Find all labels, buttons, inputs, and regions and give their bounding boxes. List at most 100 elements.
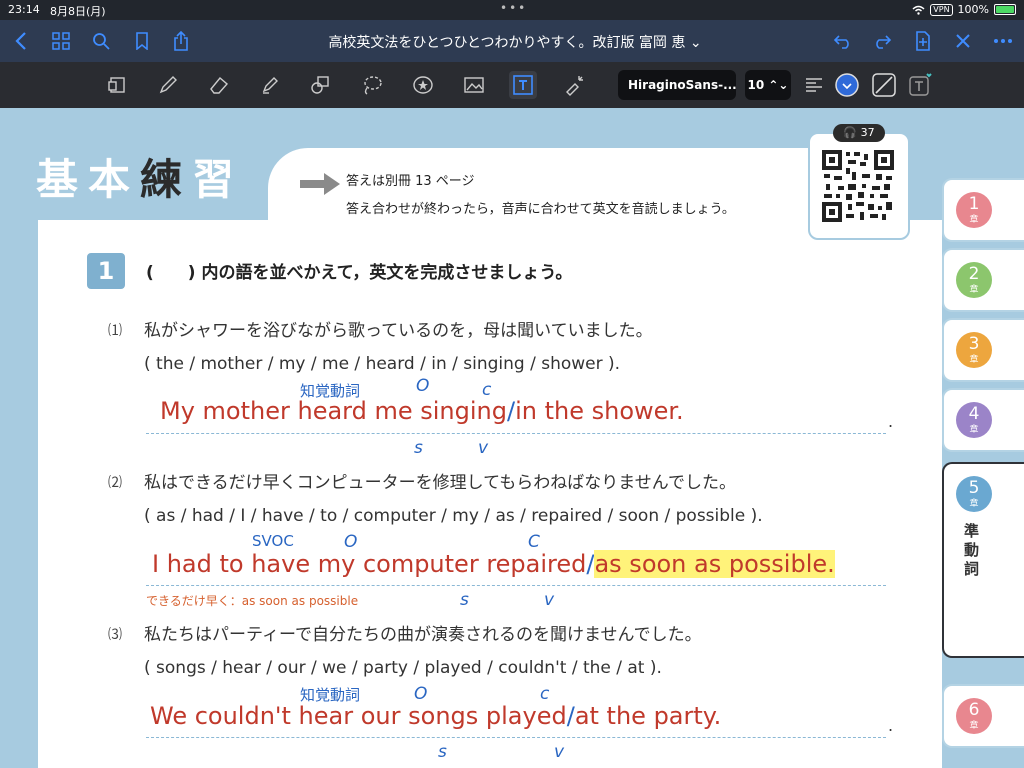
text-tool-icon[interactable]: [509, 71, 537, 99]
chapter-tab-6-number: 6: [968, 700, 980, 720]
headphones-icon: 🎧: [843, 126, 858, 139]
chapter-tab-2-suffix: 章: [969, 285, 979, 295]
chapter-tab-4[interactable]: 4章: [942, 388, 1024, 452]
text-style-icon[interactable]: [906, 71, 934, 99]
item-3-answer: We couldn't hear our songs played/at the…: [150, 702, 721, 730]
thumbnail-grid-icon[interactable]: [48, 28, 74, 54]
item-1-mark-s: s: [414, 438, 423, 458]
heading-char-3: 練: [140, 155, 193, 204]
laser-pointer-icon[interactable]: [560, 71, 588, 99]
battery-icon: [994, 4, 1016, 15]
pen-icon[interactable]: [154, 71, 182, 99]
item-3-word-bank: ( songs / hear / our / we / party / play…: [144, 658, 662, 678]
fill-none-swatch[interactable]: [870, 71, 898, 99]
read-mode-icon[interactable]: [103, 71, 131, 99]
lasso-icon[interactable]: [358, 71, 386, 99]
vpn-badge: VPN: [930, 3, 953, 16]
share-icon[interactable]: [168, 28, 194, 54]
chapter-tab-3[interactable]: 3章: [942, 318, 1024, 382]
item-2-mark-s: s: [460, 590, 469, 610]
back-chevron-icon[interactable]: [8, 28, 34, 54]
item-2-mark-c: C: [528, 532, 540, 552]
item-3-mark-c: c: [540, 684, 550, 704]
bookmark-icon[interactable]: [129, 28, 155, 54]
item-2-answer-highlighted: as soon as possible.: [594, 550, 835, 578]
item-3-japanese: 私たちはパーティーで自分たちの曲が演奏されるのを聞けませんでした。: [144, 625, 702, 645]
item-2-answer: I had to have my computer repaired/as so…: [152, 550, 835, 578]
chapter-tab-5-badge: 5章: [956, 476, 992, 512]
align-left-icon[interactable]: [800, 71, 828, 99]
slash-mark: /: [506, 397, 516, 425]
heading-char-1: 基: [36, 155, 89, 204]
font-family-picker[interactable]: HiraginoSans-...: [618, 70, 737, 100]
audio-track-number: 37: [860, 126, 875, 139]
chapter-tab-1-suffix: 章: [969, 215, 979, 225]
qr-code-icon: [822, 150, 894, 222]
item-1-mark-o: O: [416, 376, 430, 396]
question-number: 1: [87, 253, 125, 289]
document-title[interactable]: 高校英文法をひとつひとつわかりやすく。改訂版 富岡 恵 ⌄: [300, 32, 730, 52]
question-instruction: ( ) 内の語を並べかえて，英文を完成させましょう。: [146, 263, 573, 283]
status-time: 23:14: [8, 3, 40, 16]
chapter-tab-2[interactable]: 2章: [942, 248, 1024, 312]
status-bar: 23:14 8月8日(月) ••• VPN 100%: [0, 0, 1024, 20]
redo-icon[interactable]: [869, 28, 895, 54]
text-color-swatch[interactable]: [833, 71, 861, 99]
document-page[interactable]: 基本練習 答えは別冊 13 ページ 答え合わせが終わったら，音声に合わせて英文を…: [0, 108, 1024, 768]
slash-mark: /: [566, 702, 575, 730]
chapter-tab-2-badge: 2章: [956, 262, 992, 298]
item-2-label: ⑵: [108, 475, 122, 491]
item-1-answer-main: My mother heard me singing: [160, 397, 507, 425]
item-1-mark-v: v: [478, 438, 489, 458]
chapter-tab-5-suffix: 章: [969, 499, 979, 509]
chapter-tab-6[interactable]: 6章: [942, 684, 1024, 748]
item-2-annotation-pattern: SVOC: [252, 532, 294, 550]
add-page-icon[interactable]: [910, 28, 936, 54]
page-body: [38, 220, 942, 768]
chapter-tab-1-badge: 1章: [956, 192, 992, 228]
document-navbar: 高校英文法をひとつひとつわかりやすく。改訂版 富岡 恵 ⌄: [0, 20, 1024, 62]
eraser-icon[interactable]: [205, 71, 233, 99]
search-icon[interactable]: [88, 28, 114, 54]
answer-reference: 答えは別冊 13 ページ: [346, 174, 475, 189]
status-date: 8月8日(月): [50, 5, 106, 18]
shapes-icon[interactable]: [307, 71, 335, 99]
item-3-mark-s: s: [438, 742, 447, 762]
item-3-period: .: [888, 716, 894, 735]
section-heading: 基本練習: [36, 146, 244, 207]
item-1-answer-rest: in the shower.: [515, 397, 684, 425]
font-size-stepper[interactable]: 10 ⌃⌄: [745, 70, 791, 100]
more-icon[interactable]: [990, 28, 1016, 54]
chapter-tab-4-number: 4: [968, 404, 980, 424]
item-1-period: .: [888, 412, 894, 431]
read-aloud-instruction: 答え合わせが終わったら，音声に合わせて英文を音読しましょう。: [346, 202, 735, 217]
item-3-mark-v: v: [554, 742, 565, 762]
sticker-icon[interactable]: [409, 71, 437, 99]
chapter-tab-3-badge: 3章: [956, 332, 992, 368]
highlighter-icon[interactable]: [256, 71, 284, 99]
item-3-answer-line: [146, 737, 886, 738]
chapter-tab-6-suffix: 章: [969, 721, 979, 731]
chapter-tab-1-number: 1: [968, 194, 980, 214]
chapter-tab-4-suffix: 章: [969, 425, 979, 435]
item-1-label: ⑴: [108, 323, 122, 339]
item-3-mark-o: O: [414, 684, 428, 704]
chapter-tab-5-title: 準動詞: [964, 522, 980, 578]
undo-icon[interactable]: [830, 28, 856, 54]
item-1-japanese: 私がシャワーを浴びながら歌っているのを，母は聞いていました。: [144, 321, 653, 341]
qr-code[interactable]: [808, 132, 910, 240]
item-2-hint: できるだけ早く：as soon as possible: [146, 594, 359, 608]
close-icon[interactable]: [950, 28, 976, 54]
audio-track-badge[interactable]: 🎧 37: [833, 124, 885, 142]
wifi-icon: [912, 5, 925, 15]
chapter-tab-5[interactable]: 5章 準動詞: [942, 462, 1024, 658]
chapter-tab-4-badge: 4章: [956, 402, 992, 438]
chapter-tab-1[interactable]: 1章: [942, 178, 1024, 242]
item-1-answer: My mother heard me singing/in the shower…: [160, 397, 684, 425]
item-1-answer-line: [146, 433, 886, 434]
item-2-mark-o: O: [344, 532, 358, 552]
multitask-dots[interactable]: •••: [500, 1, 527, 15]
chapter-tab-3-suffix: 章: [969, 355, 979, 365]
item-3-answer-main: We couldn't hear our songs played: [150, 702, 567, 730]
image-icon[interactable]: [460, 71, 488, 99]
